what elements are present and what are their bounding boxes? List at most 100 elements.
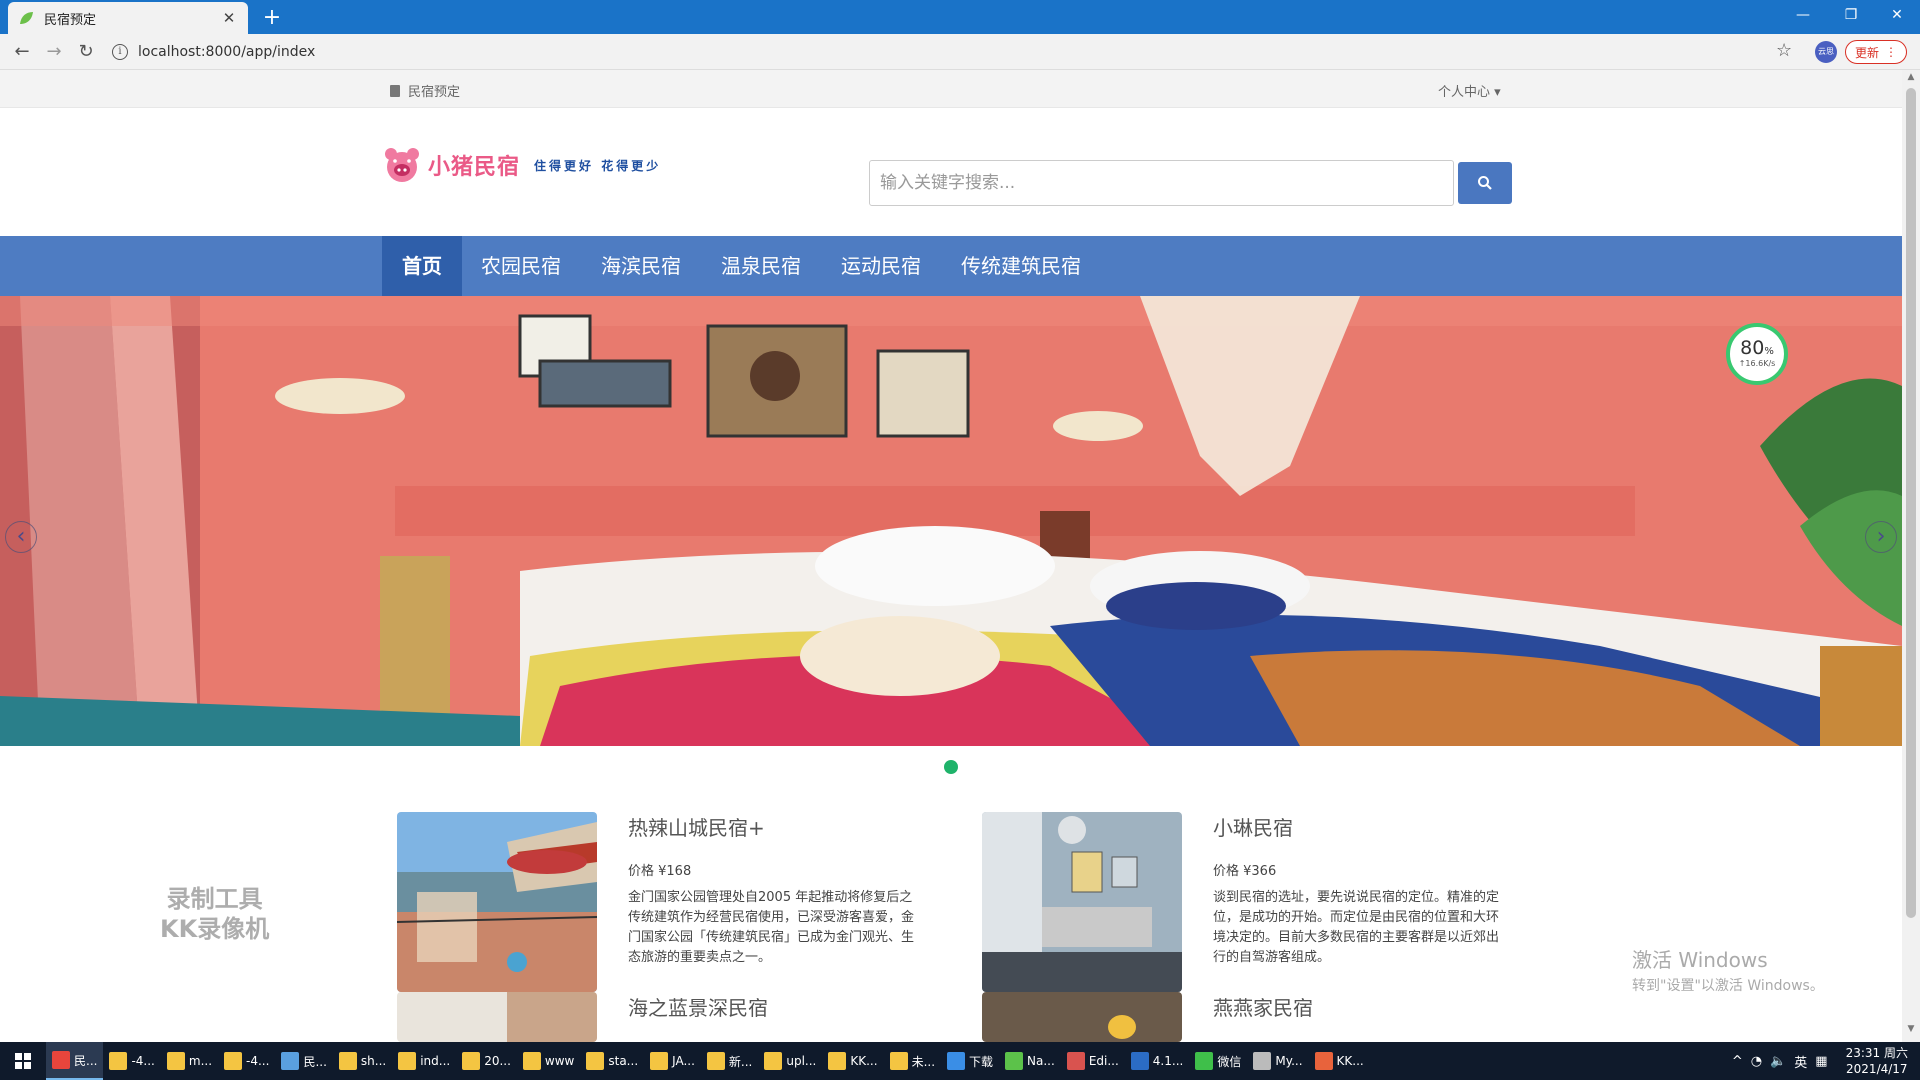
search-input[interactable] [869,160,1454,206]
tab-close-icon[interactable]: ✕ [220,9,238,27]
taskbar-app-button[interactable]: m... [161,1042,218,1080]
taskbar-app-button[interactable]: Na... [999,1042,1061,1080]
url-field[interactable]: i localhost:8000/app/index [112,38,1782,66]
site-logo[interactable]: 小猪民宿 住得更好 花得更少 [382,146,661,184]
taskbar-app-button[interactable]: sta... [580,1042,644,1080]
system-tray: ^ ◔ 🔈 英 ▦ 23:31 周六 2021/4/17 [1732,1042,1920,1080]
back-icon[interactable]: ← [8,38,36,66]
listing-image[interactable] [982,812,1182,992]
nav-item-farm[interactable]: 农园民宿 [470,236,572,296]
carousel-indicator[interactable] [944,760,958,774]
close-window-icon[interactable]: ✕ [1874,0,1920,30]
taskbar-app-button[interactable]: ind... [392,1042,456,1080]
taskbar-app-button[interactable]: 微信 [1189,1042,1247,1080]
taskbar-app-button[interactable]: JA... [644,1042,701,1080]
nav-item-traditional[interactable]: 传统建筑民宿 [950,236,1092,296]
speed-rate: ↑16.6K/s [1738,359,1776,368]
activation-title: 激活 Windows [1632,948,1768,972]
taskbar-app-button[interactable]: 4.1... [1125,1042,1190,1080]
nav-item-home[interactable]: 首页 [382,236,462,296]
scrollbar-thumb[interactable] [1906,88,1916,918]
nav-item-seaside[interactable]: 海滨民宿 [590,236,692,296]
taskbar-app-button[interactable]: 新... [701,1042,758,1080]
scroll-down-icon[interactable]: ▼ [1902,1024,1920,1040]
browser-tab[interactable]: 民宿预定 ✕ [8,2,248,34]
minimize-icon[interactable]: — [1780,0,1826,30]
app-icon [398,1052,417,1070]
update-button[interactable]: 更新 ⋮ [1845,40,1907,64]
taskbar-app-button[interactable]: 下载 [941,1042,999,1080]
taskbar-app-button[interactable]: KK... [822,1042,883,1080]
app-icon [166,1052,185,1070]
taskbar-app-label: m... [188,1054,213,1068]
bookmark-star-icon[interactable]: ☆ [1776,40,1792,61]
taskbar-app-button[interactable]: -4... [218,1042,275,1080]
taskbar-app-button[interactable]: My... [1247,1042,1308,1080]
site-home-link[interactable]: 民宿预定 [390,81,460,100]
scroll-up-icon[interactable]: ▲ [1902,72,1920,88]
app-icon [281,1052,300,1070]
taskbar-app-button[interactable]: 民... [275,1042,332,1080]
taskbar-app-button[interactable]: 未... [884,1042,941,1080]
banner-carousel[interactable] [0,296,1902,746]
carousel-next-icon[interactable]: › [1865,521,1897,553]
app-icon [1066,1052,1085,1070]
user-center-dropdown[interactable]: 个人中心 ▾ [1438,81,1501,100]
taskbar-app-button[interactable]: -4... [103,1042,160,1080]
tray-ime-label[interactable]: 英 [1794,1052,1807,1071]
tray-volume-icon[interactable]: 🔈 [1770,1054,1786,1069]
listing-title[interactable]: 燕燕家民宿 [1213,992,1313,1021]
taskbar-app-label: sh... [360,1054,387,1068]
taskbar-app-label: -4... [246,1054,270,1068]
start-button[interactable] [0,1042,46,1080]
clock-date: 2021/4/17 [1846,1062,1908,1076]
site-home-label: 民宿预定 [408,85,461,100]
carousel-prev-icon[interactable]: ‹ [5,521,37,553]
tray-chevron-icon[interactable]: ^ [1732,1054,1743,1069]
taskbar-app-button[interactable]: upl... [758,1042,822,1080]
taskbar-app-label: 4.1... [1152,1054,1184,1068]
taskbar-app-button[interactable]: 民... [46,1042,104,1080]
app-icon [650,1052,669,1070]
search-button[interactable] [1458,162,1512,204]
taskbar-app-button[interactable]: sh... [333,1042,392,1080]
listing-title[interactable]: 海之蓝景深民宿 [628,992,768,1021]
app-icon [1314,1052,1333,1070]
page-scrollbar[interactable]: ▲ ▼ [1902,70,1920,1042]
taskbar-app-label: 微信 [1217,1054,1242,1069]
reload-icon[interactable]: ↻ [72,38,100,66]
nav-item-sports[interactable]: 运动民宿 [830,236,932,296]
taskbar-app-list: 民... -4... m... -4... 民... sh... ind... 20... ww… [46,1042,1370,1080]
tray-keyboard-icon[interactable]: ▦ [1815,1054,1827,1069]
listing-price: 价格 ¥168 [628,864,692,879]
forward-icon[interactable]: → [40,38,68,66]
taskbar-app-button[interactable]: www [517,1042,580,1080]
watermark-line1: 录制工具 [166,885,263,913]
nav-item-hotspring[interactable]: 温泉民宿 [710,236,812,296]
windows-activation-notice: 激活 Windows 转到"设置"以激活 Windows。 [1632,944,1824,995]
taskbar-app-label: KK... [850,1054,878,1068]
taskbar-clock[interactable]: 23:31 周六 2021/4/17 [1846,1045,1908,1077]
listing-price: 价格 ¥366 [1213,864,1277,879]
listing-title[interactable]: 小琳民宿 [1213,812,1293,841]
network-speed-widget[interactable]: 80% ↑16.6K/s [1726,323,1788,385]
browser-titlebar: 民宿预定 ✕ + — ❐ ✕ [0,0,1920,34]
taskbar-app-button[interactable]: 20... [456,1042,517,1080]
listing-image[interactable] [397,812,597,992]
listing-description: 金门国家公园管理处自2005 年起推动将修复后之传统建筑作为经营民宿使用，已深受… [628,890,915,965]
listing-image[interactable] [982,992,1182,1042]
site-info-icon[interactable]: i [112,44,128,60]
taskbar-app-label: upl... [786,1054,817,1068]
profile-avatar[interactable]: 云思 [1815,41,1837,63]
taskbar-app-button[interactable]: Edi... [1061,1042,1125,1080]
new-tab-button[interactable]: + [258,4,286,32]
bedroom-banner-image [0,296,1902,746]
restore-icon[interactable]: ❐ [1828,0,1874,30]
tray-network-icon[interactable]: ◔ [1751,1054,1762,1069]
app-icon [764,1052,783,1070]
listing-title[interactable]: 热辣山城民宿+ [628,812,765,841]
app-icon [462,1052,481,1070]
listing-image[interactable] [397,992,597,1042]
app-icon [1005,1052,1024,1070]
taskbar-app-button[interactable]: KK... [1309,1042,1370,1080]
